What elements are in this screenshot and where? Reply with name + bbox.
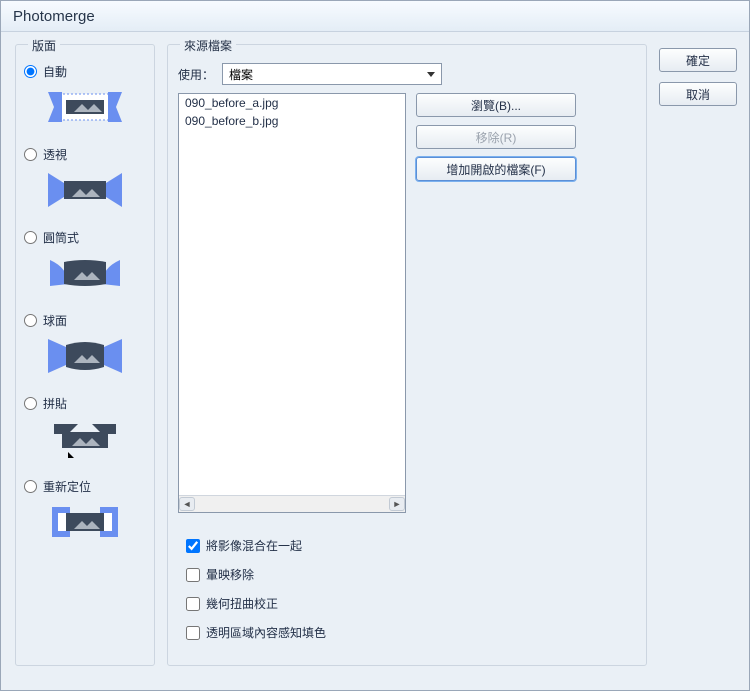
- scroll-left-icon[interactable]: ◄: [179, 497, 195, 511]
- layout-spherical-icon: [44, 335, 126, 377]
- fill-option[interactable]: 透明區域內容感知填色: [186, 624, 636, 641]
- layout-cylindrical-icon: [44, 252, 126, 294]
- file-list-item[interactable]: 090_before_a.jpg: [179, 94, 405, 112]
- photomerge-dialog: Photomerge 版面 自動: [0, 0, 750, 691]
- file-list[interactable]: 090_before_a.jpg 090_before_b.jpg ◄ ►: [178, 93, 406, 513]
- layout-perspective-icon: [44, 169, 126, 211]
- source-buttons: 瀏覽(B)... 移除(R) 增加開啟的檔案(F): [416, 93, 576, 527]
- options-checkboxes: 將影像混合在一起 暈映移除 幾何扭曲校正 透明區域內容感知填色: [168, 527, 646, 653]
- geom-label: 幾何扭曲校正: [206, 595, 278, 612]
- layout-label-perspective: 透視: [43, 146, 67, 163]
- file-list-scrollbar[interactable]: ◄ ►: [179, 495, 405, 512]
- layout-label-cylindrical: 圓筒式: [43, 229, 79, 246]
- file-row: 090_before_a.jpg 090_before_b.jpg ◄ ► 瀏覽…: [168, 93, 646, 527]
- blend-option[interactable]: 將影像混合在一起: [186, 537, 636, 554]
- layout-collage-icon: [44, 418, 126, 460]
- add-open-files-button[interactable]: 增加開啟的檔案(F): [416, 157, 576, 181]
- layout-radio-collage[interactable]: [24, 397, 37, 410]
- blend-checkbox[interactable]: [186, 539, 200, 553]
- vignette-label: 暈映移除: [206, 566, 254, 583]
- layout-option-auto[interactable]: 自動: [16, 59, 154, 142]
- layout-group-title: 版面: [28, 37, 60, 54]
- title-bar: Photomerge: [1, 1, 749, 32]
- client-area: 版面 自動: [1, 32, 749, 691]
- layout-auto-icon: [44, 86, 126, 128]
- layout-reposition-icon: [44, 501, 126, 543]
- layout-option-spherical[interactable]: 球面: [16, 308, 154, 391]
- layout-option-collage[interactable]: 拼貼: [16, 391, 154, 474]
- layout-label-reposition: 重新定位: [43, 478, 91, 495]
- layout-label-auto: 自動: [43, 63, 67, 80]
- layout-radio-cylindrical[interactable]: [24, 231, 37, 244]
- source-group-title: 來源檔案: [180, 37, 236, 54]
- remove-button[interactable]: 移除(R): [416, 125, 576, 149]
- layout-option-cylindrical[interactable]: 圓筒式: [16, 225, 154, 308]
- file-list-item[interactable]: 090_before_b.jpg: [179, 112, 405, 130]
- geom-option[interactable]: 幾何扭曲校正: [186, 595, 636, 612]
- source-files-group: 來源檔案 使用： 檔案 090_before_a.jpg 090_before_…: [167, 44, 647, 666]
- dialog-actions: 確定 取消: [659, 44, 737, 679]
- layout-radio-reposition[interactable]: [24, 480, 37, 493]
- vignette-option[interactable]: 暈映移除: [186, 566, 636, 583]
- scroll-right-icon[interactable]: ►: [389, 497, 405, 511]
- layout-label-collage: 拼貼: [43, 395, 67, 412]
- use-label: 使用：: [178, 66, 214, 83]
- use-dropdown-value: 檔案: [229, 66, 253, 83]
- chevron-down-icon: [427, 72, 435, 77]
- layout-radio-auto[interactable]: [24, 65, 37, 78]
- layout-label-spherical: 球面: [43, 312, 67, 329]
- use-dropdown[interactable]: 檔案: [222, 63, 442, 85]
- ok-button[interactable]: 確定: [659, 48, 737, 72]
- layout-group: 版面 自動: [15, 44, 155, 666]
- fill-label: 透明區域內容感知填色: [206, 624, 326, 641]
- blend-label: 將影像混合在一起: [206, 537, 302, 554]
- layout-option-reposition[interactable]: 重新定位: [16, 474, 154, 557]
- layout-radio-perspective[interactable]: [24, 148, 37, 161]
- layout-option-perspective[interactable]: 透視: [16, 142, 154, 225]
- cancel-button[interactable]: 取消: [659, 82, 737, 106]
- layout-radio-spherical[interactable]: [24, 314, 37, 327]
- window-title: Photomerge: [13, 8, 95, 25]
- geom-checkbox[interactable]: [186, 597, 200, 611]
- vignette-checkbox[interactable]: [186, 568, 200, 582]
- browse-button[interactable]: 瀏覽(B)...: [416, 93, 576, 117]
- fill-checkbox[interactable]: [186, 626, 200, 640]
- use-row: 使用： 檔案: [168, 59, 646, 93]
